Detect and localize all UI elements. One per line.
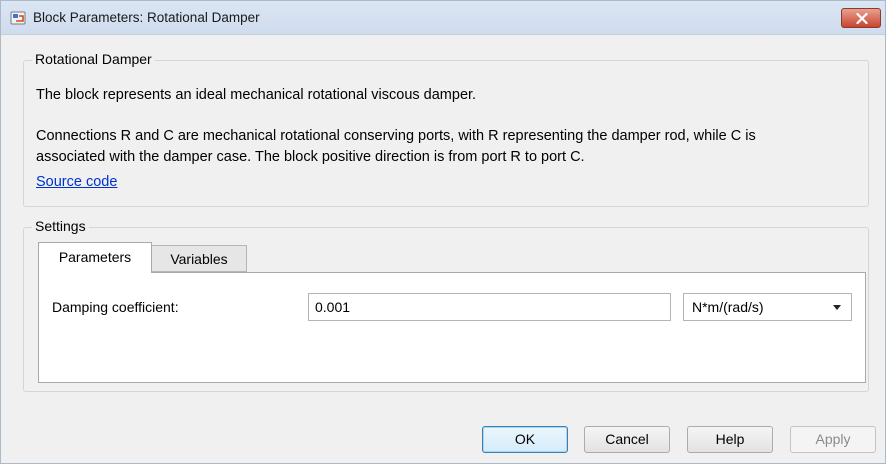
settings-group-title: Settings — [32, 218, 89, 234]
source-code-link[interactable]: Source code — [36, 174, 117, 190]
block-description-ports-1: Connections R and C are mechanical rotat… — [36, 128, 756, 144]
damping-coefficient-label: Damping coefficient: — [52, 299, 179, 315]
tab-variables[interactable]: Variables — [152, 245, 247, 272]
window-title: Block Parameters: Rotational Damper — [33, 10, 260, 25]
title-bar[interactable]: Block Parameters: Rotational Damper — [1, 1, 885, 35]
cancel-button[interactable]: Cancel — [584, 426, 670, 453]
help-button[interactable]: Help — [687, 426, 773, 453]
ok-button[interactable]: OK — [482, 426, 568, 453]
apply-button[interactable]: Apply — [790, 426, 876, 453]
close-icon — [856, 13, 868, 24]
chevron-down-icon — [833, 305, 841, 310]
damping-unit-select[interactable]: N*m/(rad/s) — [683, 293, 852, 321]
simulink-block-icon — [10, 10, 26, 26]
damping-coefficient-input[interactable]: 0.001 — [308, 293, 671, 321]
block-description-ports-2: associated with the damper case. The blo… — [36, 149, 585, 165]
close-button[interactable] — [841, 8, 881, 28]
dialog-window: Block Parameters: Rotational Damper Rota… — [0, 0, 886, 464]
parameters-panel — [38, 272, 866, 383]
block-description: The block represents an ideal mechanical… — [36, 87, 477, 103]
tab-parameters[interactable]: Parameters — [38, 242, 152, 273]
damping-unit-value: N*m/(rad/s) — [692, 299, 764, 315]
description-group-title: Rotational Damper — [32, 51, 155, 67]
